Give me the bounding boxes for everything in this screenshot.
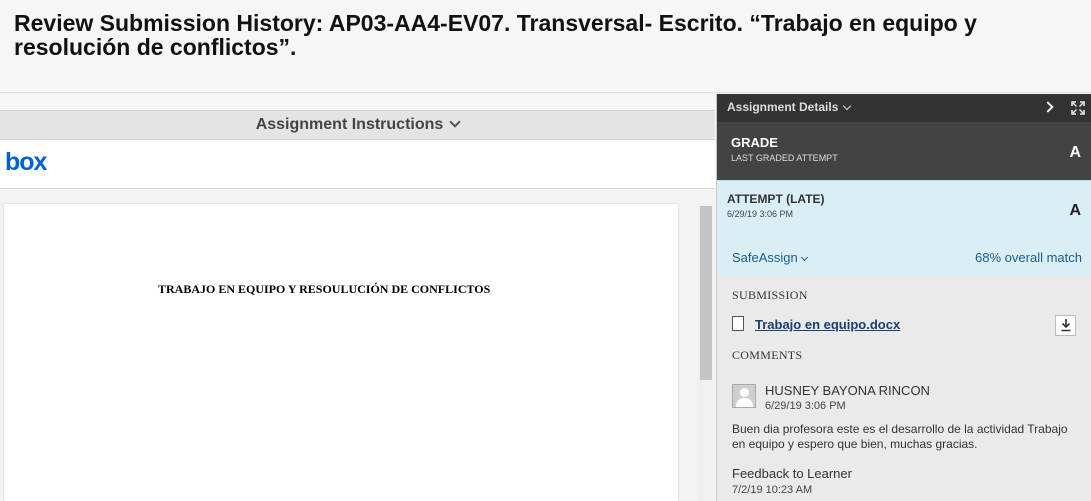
assignment-instructions-label: Assignment Instructions — [255, 116, 444, 133]
document-heading: TRABAJO EN EQUIPO Y RESOULUCIÓN DE CONFL… — [158, 282, 491, 296]
download-icon — [1061, 319, 1071, 332]
assignment-instructions-toggle[interactable]: Assignment Instructions — [0, 110, 715, 140]
box-logo: box — [5, 148, 47, 176]
chevron-down-icon — [843, 101, 852, 111]
attempt-panel[interactable]: ATTEMPT (LATE) 6/29/19 3:06 PM A SafeAss… — [717, 180, 1091, 276]
grade-label: GRADE — [731, 135, 778, 150]
safeassign-match-link[interactable]: 68% overall match — [975, 250, 1082, 265]
chevron-down-icon — [800, 253, 808, 262]
document-icon — [732, 316, 744, 331]
grade-value: A — [1069, 144, 1081, 161]
attempt-grade: A — [1069, 202, 1081, 219]
submission-file-link[interactable]: Trabajo en equipo.docx — [755, 317, 900, 332]
box-viewer-toolbar: box — [0, 140, 715, 189]
submission-title: SUBMISSION — [732, 288, 808, 302]
comments-title: COMMENTS — [732, 348, 803, 362]
assignment-details-label: Assignment Details — [727, 100, 839, 114]
document-viewer[interactable]: TRABAJO EN EQUIPO Y RESOULUCIÓN DE CONFL… — [0, 190, 715, 501]
assignment-details-toggle[interactable]: Assignment Details — [727, 100, 852, 114]
comment-date: 6/29/19 3:06 PM — [765, 400, 846, 412]
feedback-title: Feedback to Learner — [732, 466, 852, 481]
page-header: Review Submission History: AP03-AA4-EV07… — [0, 0, 1091, 93]
assignment-details-pane: Assignment Details GRADE LAST GRADED ATT… — [716, 94, 1091, 501]
assignment-instructions-pane: Assignment Instructions box TRABAJO EN E… — [0, 94, 715, 501]
expand-fullscreen-icon[interactable] — [1071, 101, 1085, 115]
attempt-label: ATTEMPT (LATE) — [727, 192, 825, 206]
safeassign-toggle[interactable]: SafeAssign — [732, 250, 808, 265]
attempt-date: 6/29/19 3:06 PM — [727, 209, 794, 219]
feedback-date: 7/2/19 10:23 AM — [732, 484, 813, 496]
commenter-name: HUSNEY BAYONA RINCON — [765, 383, 930, 398]
last-graded-attempt-label: LAST GRADED ATTEMPT — [731, 153, 838, 163]
chevron-down-icon — [449, 116, 461, 128]
grade-panel: GRADE LAST GRADED ATTEMPT A — [717, 122, 1091, 180]
document-page: TRABAJO EN EQUIPO Y RESOULUCIÓN DE CONFL… — [4, 204, 678, 501]
safeassign-label: SafeAssign — [732, 250, 798, 265]
comment-body: Buen dia profesora este es el desarrollo… — [732, 422, 1068, 451]
submission-section: SUBMISSION Trabajo en equipo.docx COMMEN… — [717, 276, 1091, 501]
avatar-icon — [732, 384, 756, 408]
page-title: Review Submission History: AP03-AA4-EV07… — [14, 10, 977, 60]
download-button[interactable] — [1055, 315, 1076, 336]
document-scrollbar-thumb[interactable] — [700, 206, 712, 380]
collapse-panel-icon[interactable] — [1042, 101, 1054, 113]
assignment-details-header: Assignment Details — [717, 94, 1091, 122]
